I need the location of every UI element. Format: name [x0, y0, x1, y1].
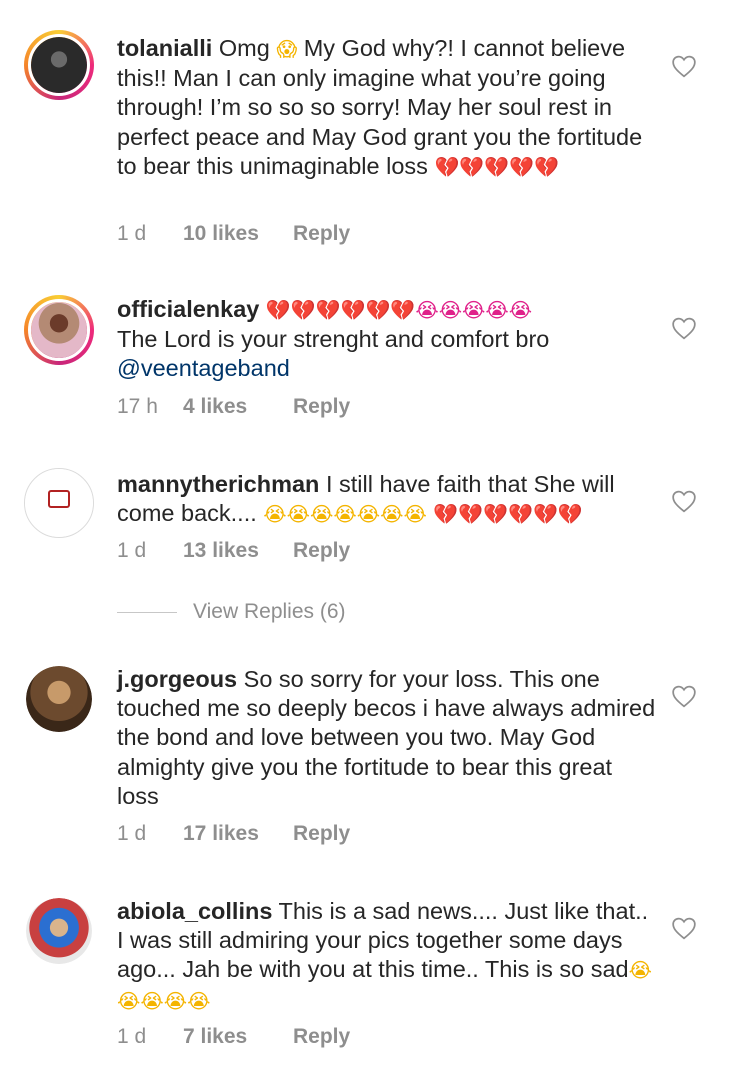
- reply-button[interactable]: Reply: [293, 222, 350, 246]
- username[interactable]: officialenkay: [117, 296, 259, 322]
- heart-outline-icon[interactable]: [671, 916, 697, 940]
- heart-outline-icon[interactable]: [671, 489, 697, 513]
- likes-count[interactable]: 13 likes: [183, 539, 293, 563]
- brand-logo-icon: [48, 490, 70, 508]
- reply-button[interactable]: Reply: [293, 1025, 350, 1049]
- reply-button[interactable]: Reply: [293, 395, 350, 419]
- comment-meta: 1 d 17 likes Reply: [117, 822, 350, 846]
- comment-meta: 1 d 7 likes Reply: [117, 1025, 350, 1049]
- logo-lettering: [58, 510, 60, 516]
- heart-outline-icon[interactable]: [671, 316, 697, 340]
- scream-emoji: 😱: [276, 37, 298, 61]
- likes-count[interactable]: 17 likes: [183, 822, 293, 846]
- avatar[interactable]: [26, 898, 92, 964]
- avatar[interactable]: [24, 468, 94, 538]
- comment-body: j.gorgeous So so sorry for your loss. Th…: [117, 665, 657, 811]
- comment-time: 1 d: [117, 1025, 147, 1048]
- username[interactable]: j.gorgeous: [117, 666, 237, 692]
- username[interactable]: mannytherichman: [117, 471, 319, 497]
- comment-time: 1 d: [117, 822, 147, 845]
- emoji-sequence: 💔💔💔💔💔💔😭😭😭😭😭: [265, 298, 533, 322]
- broken-heart-emojis: 💔💔💔💔💔: [434, 154, 559, 179]
- comment-time: 17 h: [117, 395, 158, 418]
- comment-text: Omg: [218, 35, 277, 61]
- comment-body: mannytherichman I still have faith that …: [117, 470, 657, 529]
- reply-button[interactable]: Reply: [293, 539, 350, 563]
- username[interactable]: tolanialli: [117, 35, 212, 61]
- avatar[interactable]: [24, 30, 94, 100]
- heart-outline-icon[interactable]: [671, 684, 697, 708]
- heart-outline-icon[interactable]: [671, 54, 697, 78]
- comment-meta: 1 d 13 likes Reply: [117, 539, 350, 563]
- comment-body: officialenkay 💔💔💔💔💔💔😭😭😭😭😭 The Lord is yo…: [117, 295, 657, 384]
- username[interactable]: abiola_collins: [117, 898, 272, 924]
- comment-time: 1 d: [117, 539, 147, 562]
- broken-heart-emojis: 💔💔💔💔💔💔: [433, 502, 583, 527]
- comment-meta: 1 d 10 likes Reply: [117, 222, 350, 246]
- view-replies-button[interactable]: View Replies (6): [117, 600, 346, 624]
- avatar[interactable]: [24, 295, 94, 365]
- likes-count[interactable]: 7 likes: [183, 1025, 293, 1049]
- reply-button[interactable]: Reply: [293, 822, 350, 846]
- comment-body: abiola_collins This is a sad news.... Ju…: [117, 897, 657, 1016]
- likes-count[interactable]: 10 likes: [183, 222, 293, 246]
- comment-body: tolanialli Omg 😱 My God why?! I cannot b…: [117, 34, 657, 182]
- crying-emojis: 😭😭😭😭😭😭😭: [263, 502, 427, 527]
- view-replies-label: View Replies (6): [193, 600, 346, 623]
- likes-count[interactable]: 4 likes: [183, 395, 293, 419]
- comment-text: The Lord is your strenght and comfort br…: [117, 326, 550, 353]
- avatar[interactable]: [26, 666, 92, 732]
- divider: [117, 611, 177, 613]
- comment-meta: 17 h 4 likes Reply: [117, 395, 350, 419]
- comment-time: 1 d: [117, 222, 147, 245]
- mention-link[interactable]: @veentageband: [117, 355, 290, 381]
